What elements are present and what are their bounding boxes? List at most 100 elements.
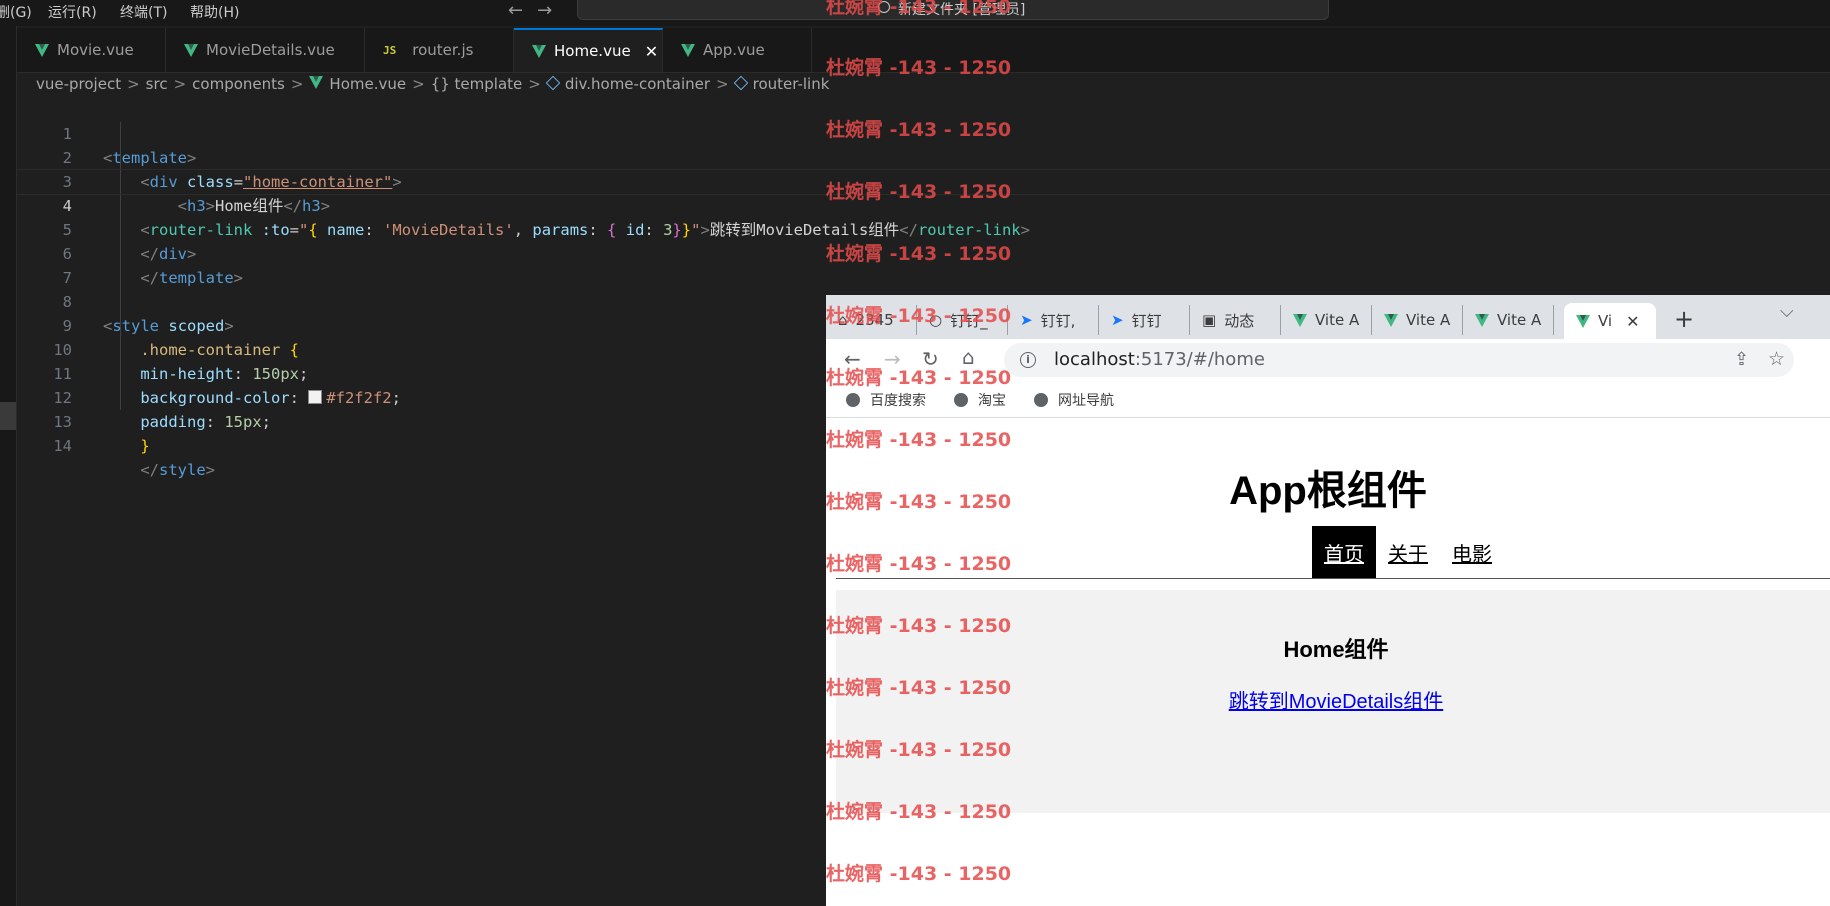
- watermark: 杜婉霄 -143 - 1250: [826, 243, 1012, 265]
- nav-link-movie[interactable]: 电影: [1440, 526, 1504, 578]
- browser-tab[interactable]: Vite A: [1281, 305, 1372, 335]
- menu-selection[interactable]: 删(G): [0, 2, 32, 22]
- chevron-right-icon: >: [127, 75, 140, 93]
- image-icon: ▣: [1202, 311, 1217, 329]
- browser-tab[interactable]: ▣ 动态: [1190, 305, 1281, 335]
- watermark: 杜婉霄 -143 - 1250: [826, 863, 1012, 885]
- code-line[interactable]: 3 <h3>Home组件</h3>: [17, 146, 1830, 215]
- dingtalk-icon: ➤: [1020, 311, 1033, 329]
- watermark: 杜婉霄 -143 - 1250: [826, 677, 1012, 699]
- app-nav: 首页 关于 电影: [1312, 526, 1504, 578]
- star-icon[interactable]: ☆: [1768, 348, 1785, 370]
- vue-icon: [1475, 313, 1489, 327]
- watermark: 杜婉霄 -143 - 1250: [826, 0, 1012, 18]
- browser-tab-label: 钉钉: [1131, 311, 1162, 330]
- tab-label: App.vue: [703, 41, 765, 59]
- tab-app-vue[interactable]: App.vue: [663, 28, 812, 72]
- back-arrow-icon[interactable]: ←: [508, 0, 523, 21]
- breadcrumb: vue-project > src > components > Home.vue > {} t…: [36, 75, 835, 97]
- browser-tab-label: Vite A: [1406, 311, 1451, 329]
- url-path: :5173/#/home: [1134, 349, 1265, 370]
- nav-link-home[interactable]: 首页: [1312, 526, 1376, 578]
- activity-bar: [0, 26, 17, 906]
- tab-router-js[interactable]: JS router.js: [365, 28, 514, 72]
- tab-movie-vue[interactable]: Movie.vue: [17, 28, 166, 72]
- browser-tab-label: Vite A: [1497, 311, 1542, 329]
- close-icon[interactable]: ✕: [645, 42, 658, 61]
- chevron-right-icon: >: [173, 75, 187, 93]
- js-icon: JS: [383, 43, 397, 57]
- vue-icon: [35, 43, 49, 57]
- symbol-element-icon: [733, 75, 748, 91]
- activity-marker: [0, 402, 16, 430]
- watermark: 杜婉霄 -143 - 1250: [826, 553, 1012, 575]
- breadcrumb-item[interactable]: src: [146, 75, 168, 93]
- vue-icon: [681, 43, 695, 57]
- forward-arrow-icon[interactable]: →: [537, 0, 552, 21]
- bookmark-item[interactable]: 网址导航: [1034, 390, 1114, 410]
- divider: [836, 578, 1830, 579]
- bookmark-label: 百度搜索: [870, 393, 926, 409]
- browser-tab[interactable]: ➤ 钉钉: [1099, 305, 1190, 335]
- browser-tab-label: Vi: [1598, 312, 1613, 330]
- globe-icon: [954, 393, 968, 407]
- address-bar[interactable]: i localhost:5173/#/home ⇪ ☆: [1004, 343, 1794, 377]
- bookmark-label: 网址导航: [1058, 393, 1114, 409]
- tab-moviedetails-vue[interactable]: MovieDetails.vue: [166, 28, 365, 72]
- globe-icon: [846, 393, 860, 407]
- code-line[interactable]: 8 <style scoped>: [17, 266, 1830, 335]
- breadcrumb-item[interactable]: vue-project: [36, 75, 121, 93]
- breadcrumb-item[interactable]: {} template: [431, 75, 523, 93]
- code-editor[interactable]: 1 <template> 2 <div class="home-containe…: [16, 98, 1830, 906]
- browser-tab[interactable]: Vite A: [1463, 305, 1554, 335]
- tab-label: MovieDetails.vue: [206, 41, 335, 59]
- new-tab-icon[interactable]: +: [1674, 305, 1694, 333]
- watermark: 杜婉霄 -143 - 1250: [826, 801, 1012, 823]
- bookmark-item[interactable]: 淘宝: [954, 390, 1006, 410]
- globe-icon: [1034, 393, 1048, 407]
- close-icon[interactable]: ✕: [1626, 312, 1639, 331]
- breadcrumb-item[interactable]: router-link: [753, 75, 830, 93]
- tab-label: router.js: [412, 41, 474, 59]
- tab-label: Movie.vue: [57, 41, 134, 59]
- line-number: 14: [53, 437, 72, 455]
- chevron-right-icon: >: [412, 75, 425, 93]
- dingtalk-icon: ➤: [1111, 311, 1124, 329]
- watermark: 杜婉霄 -143 - 1250: [826, 615, 1012, 637]
- watermark: 杜婉霄 -143 - 1250: [826, 57, 1012, 79]
- browser-tab-label: Vite A: [1315, 311, 1360, 329]
- vue-icon: [1293, 313, 1307, 327]
- watermark: 杜婉霄 -143 - 1250: [826, 739, 1012, 761]
- chevron-right-icon: >: [528, 75, 541, 93]
- share-icon[interactable]: ⇪: [1734, 349, 1749, 370]
- chevron-down-icon[interactable]: ⌵: [1780, 301, 1794, 322]
- menu-run[interactable]: 运行(R): [48, 2, 97, 22]
- vue-icon: [184, 43, 198, 57]
- watermark: 杜婉霄 -143 - 1250: [826, 367, 1012, 389]
- breadcrumb-item[interactable]: div.home-container: [565, 75, 710, 93]
- menu-help[interactable]: 帮助(H): [190, 2, 239, 22]
- menu-terminal[interactable]: 终端(T): [120, 2, 167, 22]
- watermark: 杜婉霄 -143 - 1250: [826, 429, 1012, 451]
- nav-link-about[interactable]: 关于: [1376, 526, 1440, 578]
- info-icon[interactable]: i: [1020, 352, 1036, 368]
- code-token: style: [159, 461, 206, 479]
- symbol-element-icon: [545, 75, 561, 91]
- watermark: 杜婉霄 -143 - 1250: [826, 491, 1012, 513]
- breadcrumb-item[interactable]: components: [192, 75, 285, 93]
- url-host: localhost: [1054, 349, 1135, 370]
- url-text: localhost:5173/#/home: [1054, 349, 1265, 370]
- browser-tab[interactable]: Vite A: [1372, 305, 1463, 335]
- breadcrumb-item[interactable]: Home.vue: [329, 75, 406, 93]
- vue-icon: [309, 76, 324, 89]
- browser-tab-active[interactable]: Vi ✕: [1564, 303, 1656, 339]
- chevron-right-icon: >: [290, 75, 304, 93]
- vue-icon: [532, 44, 546, 58]
- chevron-right-icon: >: [716, 75, 729, 93]
- tab-home-vue[interactable]: Home.vue ✕: [514, 28, 663, 72]
- bookmark-item[interactable]: 百度搜索: [846, 390, 926, 410]
- tab-label: Home.vue: [554, 42, 631, 60]
- watermark: 杜婉霄 -143 - 1250: [826, 305, 1012, 327]
- browser-tab[interactable]: ➤ 钉钉,: [1008, 305, 1099, 335]
- vue-icon: [1576, 314, 1590, 328]
